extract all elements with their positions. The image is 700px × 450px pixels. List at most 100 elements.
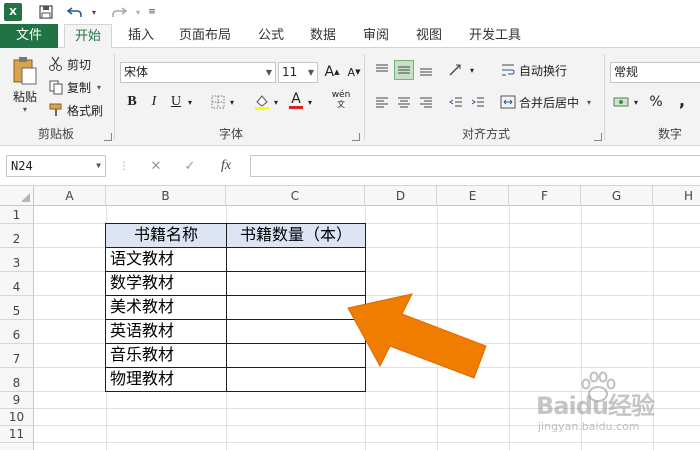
font-color-button[interactable]: A xyxy=(286,90,306,110)
more-options-icon[interactable]: ⋮ xyxy=(114,156,134,176)
phonetic-button[interactable]: wén 文 xyxy=(328,90,354,110)
row-header-8[interactable]: 8 xyxy=(0,368,34,392)
font-name-select[interactable]: 宋体 ▼ xyxy=(120,62,276,83)
cell-b3[interactable]: 语文教材 xyxy=(105,247,227,272)
cell-c3[interactable] xyxy=(226,247,366,272)
clipboard-launcher-icon[interactable] xyxy=(104,133,112,141)
merge-center-button[interactable]: 合并后居中 ▾ xyxy=(500,92,591,112)
tab-file[interactable]: 文件 xyxy=(0,24,58,48)
column-header-d[interactable]: D xyxy=(365,186,437,206)
align-left-button[interactable] xyxy=(372,92,392,112)
font-color-dropdown-icon[interactable]: ▾ xyxy=(304,92,316,112)
font-launcher-icon[interactable] xyxy=(352,133,360,141)
select-all-corner[interactable] xyxy=(0,186,34,206)
tab-home[interactable]: 开始 xyxy=(64,24,112,49)
enter-icon[interactable]: ✓ xyxy=(180,156,200,176)
customize-toolbar-icon[interactable]: ≡ xyxy=(146,3,158,21)
watermark: Baidu经验 jingyan.baidu.com xyxy=(536,371,696,444)
copy-button[interactable]: 复制 ▾ xyxy=(48,77,101,97)
align-right-button[interactable] xyxy=(416,92,436,112)
tab-view[interactable]: 视图 xyxy=(408,24,450,48)
orientation-button[interactable] xyxy=(446,60,466,80)
row-header-9[interactable]: 9 xyxy=(0,392,34,409)
alignment-launcher-icon[interactable] xyxy=(594,133,602,141)
grow-font-button[interactable]: A ▲ xyxy=(322,62,342,82)
row-header-4[interactable]: 4 xyxy=(0,272,34,296)
align-left-icon xyxy=(376,97,388,108)
fill-color-button[interactable] xyxy=(252,92,272,112)
insert-function-icon[interactable]: fx xyxy=(216,156,236,176)
undo-dropdown-icon[interactable]: ▾ xyxy=(88,3,100,21)
decrease-indent-button[interactable] xyxy=(446,92,466,112)
comma-style-button[interactable]: , xyxy=(672,90,692,110)
font-size-select[interactable]: 11 ▼ xyxy=(278,62,318,83)
align-middle-button[interactable] xyxy=(394,60,414,80)
redo-dropdown-icon[interactable]: ▾ xyxy=(132,3,144,21)
column-header-e[interactable]: E xyxy=(437,186,509,206)
percent-button[interactable]: % xyxy=(646,92,666,112)
cell-b8[interactable]: 物理教材 xyxy=(105,367,227,392)
chevron-down-icon: ▼ xyxy=(265,68,272,77)
align-top-button[interactable] xyxy=(372,60,392,80)
column-header-f[interactable]: F xyxy=(509,186,581,206)
cell-b7[interactable]: 音乐教材 xyxy=(105,343,227,368)
align-bottom-button[interactable] xyxy=(416,60,436,80)
tab-formulas[interactable]: 公式 xyxy=(250,24,292,48)
scissors-icon xyxy=(48,56,64,72)
fill-color-dropdown-icon[interactable]: ▾ xyxy=(270,92,282,112)
row-header-7[interactable]: 7 xyxy=(0,344,34,368)
tab-review[interactable]: 审阅 xyxy=(355,24,397,48)
row-header-10[interactable]: 10 xyxy=(0,409,34,426)
increase-indent-button[interactable] xyxy=(468,92,488,112)
row-header-12[interactable] xyxy=(0,443,34,450)
number-format-select[interactable]: 常规 xyxy=(610,62,700,83)
shrink-font-button[interactable]: A ▼ xyxy=(344,62,364,82)
tab-developer[interactable]: 开发工具 xyxy=(462,24,528,48)
align-middle-icon xyxy=(398,66,410,74)
row-header-1[interactable]: 1 xyxy=(0,206,34,224)
cell-b5[interactable]: 美术教材 xyxy=(105,295,227,320)
tab-page-layout[interactable]: 页面布局 xyxy=(172,24,238,48)
cell-b2[interactable]: 书籍名称 xyxy=(105,223,227,248)
cell-c2[interactable]: 书籍数量（本） xyxy=(226,223,366,248)
save-icon[interactable] xyxy=(36,3,56,21)
bold-button[interactable]: B xyxy=(122,92,142,112)
row-header-2[interactable]: 2 xyxy=(0,224,34,248)
accounting-dropdown-icon[interactable]: ▾ xyxy=(630,92,642,112)
cut-button[interactable]: 剪切 xyxy=(48,54,91,74)
paste-label: 粘贴 xyxy=(12,90,37,104)
row-header-3[interactable]: 3 xyxy=(0,248,34,272)
row-header-6[interactable]: 6 xyxy=(0,320,34,344)
underline-dropdown-icon[interactable]: ▾ xyxy=(184,92,196,112)
orientation-dropdown-icon[interactable]: ▾ xyxy=(466,60,478,80)
accounting-format-button[interactable] xyxy=(612,92,632,112)
borders-dropdown-icon[interactable]: ▾ xyxy=(226,92,238,112)
cell-b6[interactable]: 英语教材 xyxy=(105,319,227,344)
row-header-11[interactable]: 11 xyxy=(0,426,34,443)
wrap-text-button[interactable]: 自动换行 xyxy=(500,60,567,80)
font-group-label: 字体 xyxy=(218,127,243,141)
formula-bar: N24 ▼ ⋮ ✕ ✓ fx xyxy=(0,146,700,186)
column-header-a[interactable]: A xyxy=(34,186,106,206)
cancel-icon[interactable]: ✕ xyxy=(146,156,166,176)
italic-button[interactable]: I xyxy=(144,92,164,112)
row-header-5[interactable]: 5 xyxy=(0,296,34,320)
column-header-g[interactable]: G xyxy=(581,186,653,206)
column-header-h[interactable]: H xyxy=(653,186,700,206)
cell-b4[interactable]: 数学教材 xyxy=(105,271,227,296)
name-box[interactable]: N24 ▼ xyxy=(6,155,106,177)
redo-icon[interactable] xyxy=(108,3,130,21)
format-painter-button[interactable]: 格式刷 xyxy=(48,100,103,120)
paste-button[interactable]: 粘贴 ▾ xyxy=(8,56,42,116)
undo-icon[interactable] xyxy=(64,3,86,21)
column-header-b[interactable]: B xyxy=(106,186,226,206)
align-right-icon xyxy=(420,97,432,108)
column-header-c[interactable]: C xyxy=(226,186,365,206)
borders-button[interactable] xyxy=(208,92,228,112)
align-center-button[interactable] xyxy=(394,92,414,112)
tab-data[interactable]: 数据 xyxy=(302,24,344,48)
underline-button[interactable]: U xyxy=(166,92,186,112)
grow-font-icon: A xyxy=(324,64,335,80)
formula-input[interactable] xyxy=(250,155,700,177)
tab-insert[interactable]: 插入 xyxy=(120,24,162,48)
